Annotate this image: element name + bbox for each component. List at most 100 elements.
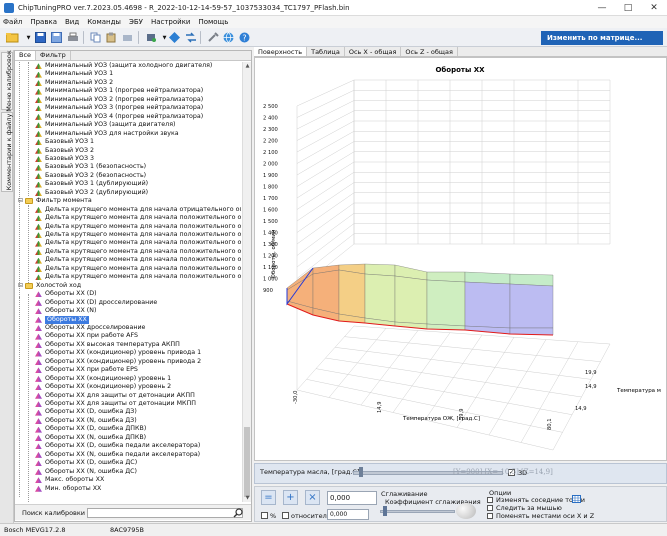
close-button[interactable]: ✕ (641, 0, 667, 16)
surface-cell[interactable] (364, 273, 396, 323)
tree-item[interactable]: Обороты ХХ (35, 315, 89, 324)
compare-icon[interactable] (184, 31, 197, 44)
grid-icon[interactable] (572, 495, 581, 503)
surface-cell[interactable] (426, 279, 466, 327)
tree-item[interactable]: Дельта крутящего момента для начала отри… (35, 206, 241, 214)
tree-item[interactable]: Дельта крутящего момента для начала поло… (35, 223, 241, 231)
scroll-thumb[interactable] (244, 427, 250, 497)
tree-item[interactable]: Дельта крутящего момента для начала поло… (35, 265, 241, 273)
menu-help[interactable]: Помощь (198, 18, 228, 26)
collapse-icon[interactable]: ⊟ (18, 282, 24, 290)
save-icon[interactable] (34, 31, 47, 44)
diamond-icon[interactable] (168, 31, 181, 44)
tab-calibrations-menu[interactable]: Меню калибровок (1, 50, 13, 112)
tree-item[interactable]: Обороты ХХ (D, ошибка педали акселератор… (35, 442, 200, 450)
plus-button[interactable]: + (283, 490, 298, 505)
smoothing-slider[interactable] (380, 510, 455, 513)
tree-item[interactable]: Обороты ХХ (D, ошибка ДЗ) (35, 408, 137, 416)
search-input[interactable] (87, 508, 243, 518)
tree-item[interactable]: Мин. обороты ХХ (35, 485, 101, 493)
tree-item[interactable]: Минимальный УОЗ (защита двигателя) (35, 121, 175, 129)
smooth-apply-button[interactable] (456, 503, 476, 519)
tools-icon[interactable] (206, 31, 219, 44)
tree-item[interactable]: Базовый УОЗ 2 (дублирующий) (35, 189, 148, 197)
menu-view[interactable]: Вид (65, 18, 79, 26)
tree-item[interactable]: Обороты ХХ (D, ошибка ДС) (35, 459, 137, 467)
tab-table[interactable]: Таблица (307, 47, 345, 56)
surface-cell[interactable] (338, 269, 366, 319)
collapse-icon[interactable]: ⊟ (18, 197, 24, 205)
tree-item[interactable]: Дельта крутящего момента для начала поло… (35, 273, 241, 281)
chip-icon[interactable] (144, 31, 157, 44)
menu-ecu[interactable]: ЭБУ (129, 18, 143, 26)
surface-cell[interactable] (464, 281, 511, 329)
tree-scrollbar[interactable]: ▲ ▼ (242, 62, 251, 502)
tree-item[interactable]: Базовый УОЗ 1 (35, 138, 94, 146)
tree-tab-filter[interactable]: Фильтр (36, 51, 71, 60)
tab-axis-x[interactable]: Ось X - общая (345, 47, 402, 56)
tree-folder[interactable]: ⊟ Холостой ход (18, 282, 81, 290)
relative-checkbox[interactable] (282, 512, 289, 519)
tree-item[interactable]: Обороты ХХ при работе AFS (35, 332, 138, 340)
tree-item[interactable]: Минимальный УОЗ 4 (прогрев нейтрализатор… (35, 113, 203, 121)
tab-file-comments[interactable]: Комментарии к файлу (1, 112, 13, 192)
tree-item[interactable]: Минимальный УОЗ 2 (прогрев нейтрализатор… (35, 96, 203, 104)
tab-surface[interactable]: Поверхность (254, 47, 308, 56)
tree-item[interactable]: Базовый УОЗ 2 (35, 147, 94, 155)
follow-mouse-checkbox[interactable] (487, 505, 493, 511)
print-icon[interactable] (66, 31, 79, 44)
tree-item[interactable]: Базовый УОЗ 1 (безопасность) (35, 163, 146, 171)
menu-settings[interactable]: Настройки (151, 18, 191, 26)
smoothing-slider-knob[interactable] (383, 506, 387, 516)
tree-item[interactable]: Обороты ХХ (D) (35, 290, 97, 298)
change-by-matrix-button[interactable]: Изменить по матрице... (541, 31, 663, 45)
percent-checkbox[interactable] (261, 512, 268, 519)
change-neighbors-checkbox[interactable] (487, 497, 493, 503)
surface-cell[interactable] (312, 269, 340, 315)
tree-folder[interactable]: ⊟ Фильтр момента (18, 197, 92, 205)
tree-item[interactable]: Дельта крутящего момента для начала поло… (35, 231, 241, 239)
tree-item[interactable]: Дельта крутящего момента для начала поло… (35, 239, 241, 247)
surface-plot[interactable]: Обороты ХХ 2 500 2 400 2 300 2 200 2 100 2 00… (254, 57, 667, 461)
minimize-button[interactable]: — (589, 0, 615, 16)
oil-temp-slider-knob[interactable] (359, 467, 363, 477)
tree-item[interactable]: Минимальный УОЗ 1 (35, 70, 113, 78)
tree-item[interactable]: Обороты ХХ (кондиционер) уровень 1 (35, 375, 171, 383)
scroll-down-icon[interactable]: ▼ (243, 494, 252, 502)
tree-item[interactable]: Минимальный УОЗ 1 (прогрев нейтрализатор… (35, 87, 203, 95)
menu-file[interactable]: Файл (3, 18, 22, 26)
tree-item[interactable]: Обороты ХХ (D, ошибка ДПКВ) (35, 425, 146, 433)
menu-edit[interactable]: Правка (30, 18, 57, 26)
scroll-up-icon[interactable]: ▲ (243, 62, 252, 70)
help-icon[interactable]: ? (238, 31, 251, 44)
paste-icon[interactable] (105, 31, 118, 44)
tree-item[interactable]: Обороты ХХ (N) (35, 307, 96, 315)
maximize-button[interactable]: □ (615, 0, 641, 16)
relative-value-input[interactable]: 0,000 (327, 509, 369, 520)
multiply-button[interactable]: × (305, 490, 320, 505)
tree-item[interactable]: Обороты ХХ (D) дросселирование (35, 299, 157, 307)
tab-axis-z[interactable]: Ось Z - общая (401, 47, 458, 56)
menu-commands[interactable]: Команды (87, 18, 121, 26)
value-input[interactable]: 0,000 (327, 491, 377, 505)
swap-axes-checkbox[interactable] (487, 513, 493, 519)
tree-item[interactable]: Обороты ХХ (кондиционер) уровень привода… (35, 358, 201, 366)
tree-item[interactable]: Минимальный УОЗ для настройки звука (35, 130, 179, 138)
tree-item[interactable]: Макс. обороты ХХ (35, 476, 104, 484)
save-as-icon[interactable] (50, 31, 63, 44)
clear-icon[interactable] (121, 31, 134, 44)
tree-item[interactable]: Обороты ХХ (кондиционер) уровень 2 (35, 383, 171, 391)
search-icon[interactable] (233, 508, 243, 518)
copy-icon[interactable] (89, 31, 102, 44)
tree-item[interactable]: Базовый УОЗ 1 (дублирующий) (35, 180, 148, 188)
tree-item[interactable]: Обороты ХХ (кондиционер) уровень привода… (35, 349, 201, 357)
globe-icon[interactable] (222, 31, 235, 44)
surface-cell[interactable] (509, 283, 554, 329)
surface-cell[interactable] (394, 275, 428, 325)
tree-item[interactable]: Обороты ХХ для защиты от детонации АКПП (35, 392, 195, 400)
tree-item[interactable]: Дельта крутящего момента для начала поло… (35, 248, 241, 256)
tree-item[interactable]: Обороты ХХ (N, ошибка ДПКВ) (35, 434, 146, 442)
tree-item[interactable]: Минимальный УОЗ 3 (прогрев нейтрализатор… (35, 104, 203, 112)
equals-button[interactable]: = (261, 490, 276, 505)
tree-item[interactable]: Обороты ХХ при работе EPS (35, 366, 138, 374)
